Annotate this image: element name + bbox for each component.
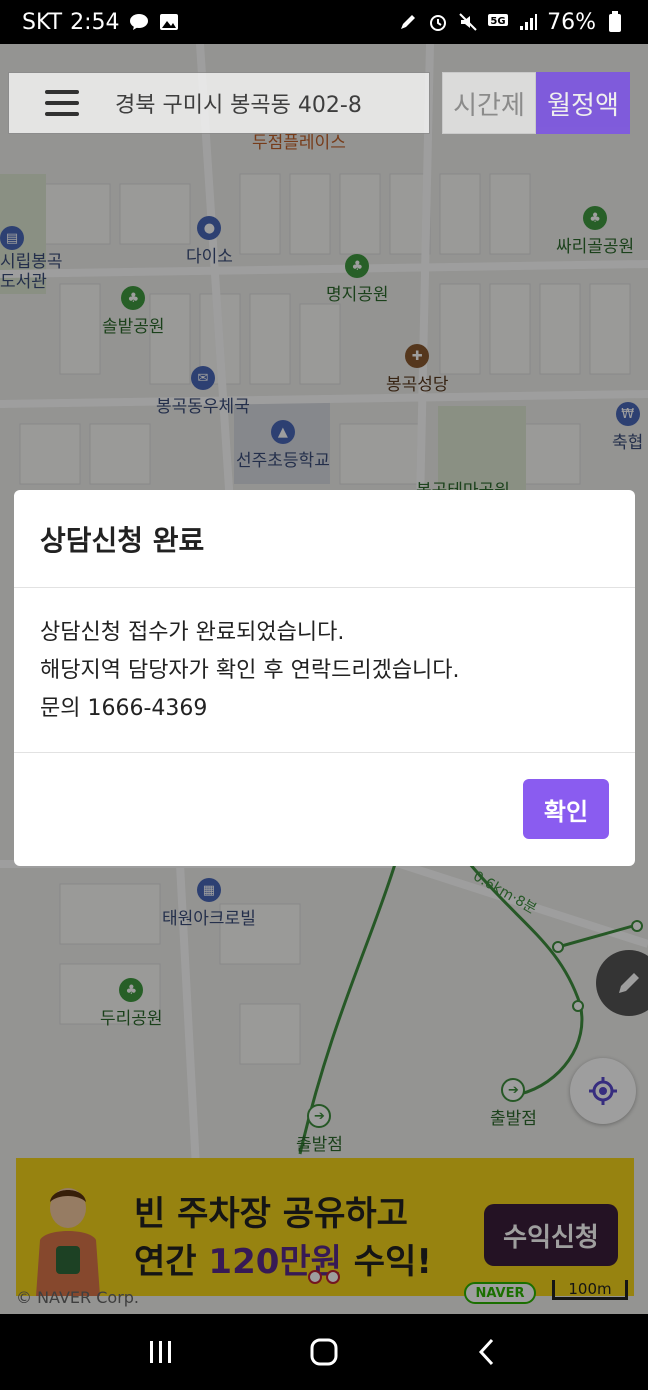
menu-icon[interactable] — [45, 90, 79, 116]
back-icon — [478, 1338, 493, 1366]
dialog-message-line: 상담신청 접수가 완료되었습니다. — [40, 620, 345, 645]
dialog-message-line: 해당지역 담당자가 확인 후 연락드리겠습니다. — [40, 658, 460, 683]
back-button[interactable] — [457, 1322, 517, 1382]
battery-icon — [604, 11, 626, 33]
status-bar: SKT 2:54 5G 76% — [0, 0, 648, 44]
tab-monthly[interactable]: 월정액 — [536, 72, 630, 134]
signal-icon — [517, 11, 539, 33]
pen-icon — [397, 11, 419, 33]
address-text: 경북 구미시 봉곡동 402-8 — [115, 93, 362, 118]
alarm-icon — [427, 11, 449, 33]
mute-icon — [457, 11, 479, 33]
talk-icon — [128, 11, 150, 33]
home-button[interactable] — [294, 1322, 354, 1382]
confirm-button[interactable]: 확인 — [523, 779, 609, 839]
dialog-contact-line: 문의 1666-4369 — [40, 696, 208, 721]
recent-apps-button[interactable] — [131, 1322, 191, 1382]
dialog-footer: 확인 — [14, 753, 635, 865]
clock: 2:54 — [70, 9, 120, 35]
recents-icon — [150, 1341, 172, 1363]
dialog-title: 상담신청 완료 — [40, 523, 205, 557]
dialog-header: 상담신청 완료 — [14, 490, 635, 588]
battery-label: 76% — [547, 9, 596, 35]
consultation-complete-dialog: 상담신청 완료 상담신청 접수가 완료되었습니다. 해당지역 담당자가 확인 후… — [14, 490, 635, 866]
svg-text:5G: 5G — [491, 16, 506, 27]
gallery-icon — [158, 11, 180, 33]
system-nav-bar — [0, 1314, 648, 1390]
address-search-bar[interactable]: 경북 구미시 봉곡동 402-8 — [8, 72, 430, 134]
tab-hourly[interactable]: 시간제 — [442, 72, 536, 134]
home-icon — [310, 1338, 338, 1366]
carrier-label: SKT — [22, 9, 63, 35]
dialog-body: 상담신청 접수가 완료되었습니다. 해당지역 담당자가 확인 후 연락드리겠습니… — [14, 588, 635, 753]
5g-icon: 5G — [487, 11, 509, 33]
